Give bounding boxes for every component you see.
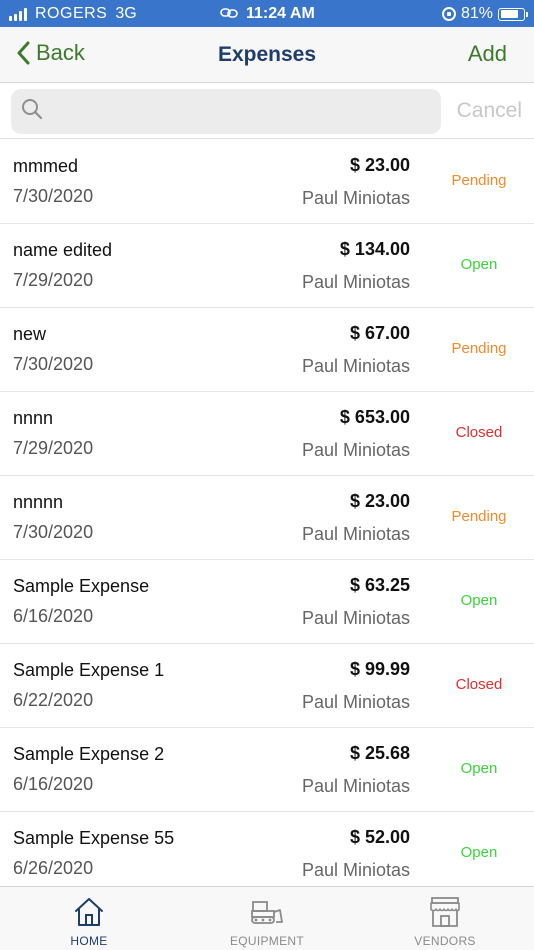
link-icon (220, 6, 238, 22)
tab-equipment-label: EQUIPMENT (229, 934, 305, 948)
expense-row[interactable]: Sample Expense 55 6/26/2020 $ 52.00 Paul Mi… (0, 812, 534, 896)
expense-amount: $ 25.68 (349, 743, 410, 763)
expense-row[interactable]: name edited 7/29/2020 $ 134.00 Paul Miniota… (0, 224, 534, 308)
expense-person: Paul Miniotas (301, 440, 410, 460)
expense-date: 7/29/2020 (13, 438, 94, 458)
expense-name: name edited (13, 240, 113, 260)
search-input[interactable] (51, 101, 421, 122)
expense-name: mmmed (13, 156, 79, 176)
expense-name: new (13, 324, 47, 344)
expense-row[interactable]: nnnnn 7/30/2020 $ 23.00 Paul Miniotas Pendin… (0, 476, 534, 560)
expense-amount: $ 67.00 (349, 323, 410, 343)
search-field[interactable] (11, 89, 441, 134)
expense-date: 6/26/2020 (13, 858, 94, 878)
expense-person: Paul Miniotas (301, 188, 410, 208)
expense-name: Sample Expense 1 (13, 660, 165, 680)
status-bar: ROGERS 3G 11:24 AM 81% (0, 0, 534, 27)
expense-status: Open (460, 844, 498, 861)
bulldozer-icon (250, 896, 284, 931)
expense-amount: $ 52.00 (349, 827, 410, 847)
expense-status: Open (460, 256, 498, 273)
tab-equipment[interactable]: EQUIPMENT (178, 887, 356, 950)
expense-status: Closed (455, 676, 503, 693)
expense-amount: $ 63.25 (349, 575, 410, 595)
expense-status: Open (460, 760, 498, 777)
expense-row[interactable]: mmmed 7/30/2020 $ 23.00 Paul Miniotas Pendin… (0, 140, 534, 224)
expense-amount: $ 23.00 (349, 491, 410, 511)
expense-date: 6/22/2020 (13, 690, 94, 710)
expense-status: Pending (451, 508, 507, 525)
expense-date: 6/16/2020 (13, 606, 94, 626)
expense-list: mmmed 7/30/2020 $ 23.00 Paul Miniotas Pendin… (0, 140, 534, 896)
expense-amount: $ 134.00 (339, 239, 410, 259)
search-icon (21, 98, 43, 125)
storefront-icon (428, 896, 462, 933)
back-label: Back (36, 40, 85, 65)
signal-strength-icon (9, 7, 29, 21)
tab-vendors-label: VENDORS (414, 934, 476, 948)
expense-status: Open (460, 592, 498, 609)
expense-date: 7/30/2020 (13, 354, 94, 374)
tab-home-label: HOME (70, 934, 108, 948)
navigation-bar: Back Expenses Add (0, 27, 534, 83)
expense-person: Paul Miniotas (301, 272, 410, 292)
expense-status: Pending (451, 172, 507, 189)
carrier-name: ROGERS (35, 5, 108, 22)
expense-name: Sample Expense (13, 576, 150, 596)
expense-amount: $ 653.00 (339, 407, 410, 427)
expense-person: Paul Miniotas (301, 860, 410, 880)
expense-date: 7/30/2020 (13, 186, 94, 206)
expense-amount: $ 99.99 (349, 659, 410, 679)
tab-home[interactable]: HOME (0, 887, 178, 950)
expense-date: 6/16/2020 (13, 774, 94, 794)
expense-person: Paul Miniotas (301, 524, 410, 544)
expense-amount: $ 23.00 (349, 155, 410, 175)
battery-icon (498, 7, 528, 21)
expense-row[interactable]: new 7/30/2020 $ 67.00 Paul Miniotas Pending (0, 308, 534, 392)
expense-name: Sample Expense 2 (13, 744, 165, 764)
expense-name: nnnn (13, 408, 54, 428)
expense-person: Paul Miniotas (301, 692, 410, 712)
search-bar: Cancel (0, 84, 534, 139)
expense-status: Pending (451, 340, 507, 357)
network-type: 3G (115, 5, 137, 22)
status-time: 11:24 AM (246, 5, 315, 22)
expense-person: Paul Miniotas (301, 356, 410, 376)
expense-row[interactable]: Sample Expense 1 6/22/2020 $ 99.99 Paul Min… (0, 644, 534, 728)
expense-status: Closed (455, 424, 503, 441)
chevron-left-icon (17, 41, 30, 65)
expense-person: Paul Miniotas (301, 776, 410, 796)
expense-name: Sample Expense 55 (13, 828, 175, 848)
expense-row[interactable]: nnnn 7/29/2020 $ 653.00 Paul Miniotas Closed (0, 392, 534, 476)
tab-vendors[interactable]: VENDORS (356, 887, 534, 950)
expense-row[interactable]: Sample Expense 6/16/2020 $ 63.25 Paul Minio… (0, 560, 534, 644)
cancel-button[interactable]: Cancel (457, 99, 522, 123)
expense-date: 7/30/2020 (13, 522, 94, 542)
expense-date: 7/29/2020 (13, 270, 94, 290)
tab-bar: HOME EQUIPMENT VENDORS (0, 886, 534, 950)
expense-name: nnnnn (13, 492, 64, 512)
add-expense-button[interactable]: Add (468, 41, 507, 67)
rotation-lock-icon (441, 7, 456, 21)
back-button[interactable]: Back (16, 40, 85, 66)
expense-row[interactable]: Sample Expense 2 6/16/2020 $ 25.68 Paul Min… (0, 728, 534, 812)
battery-percent: 81% (460, 5, 493, 22)
expense-person: Paul Miniotas (301, 608, 410, 628)
home-icon (72, 896, 106, 933)
